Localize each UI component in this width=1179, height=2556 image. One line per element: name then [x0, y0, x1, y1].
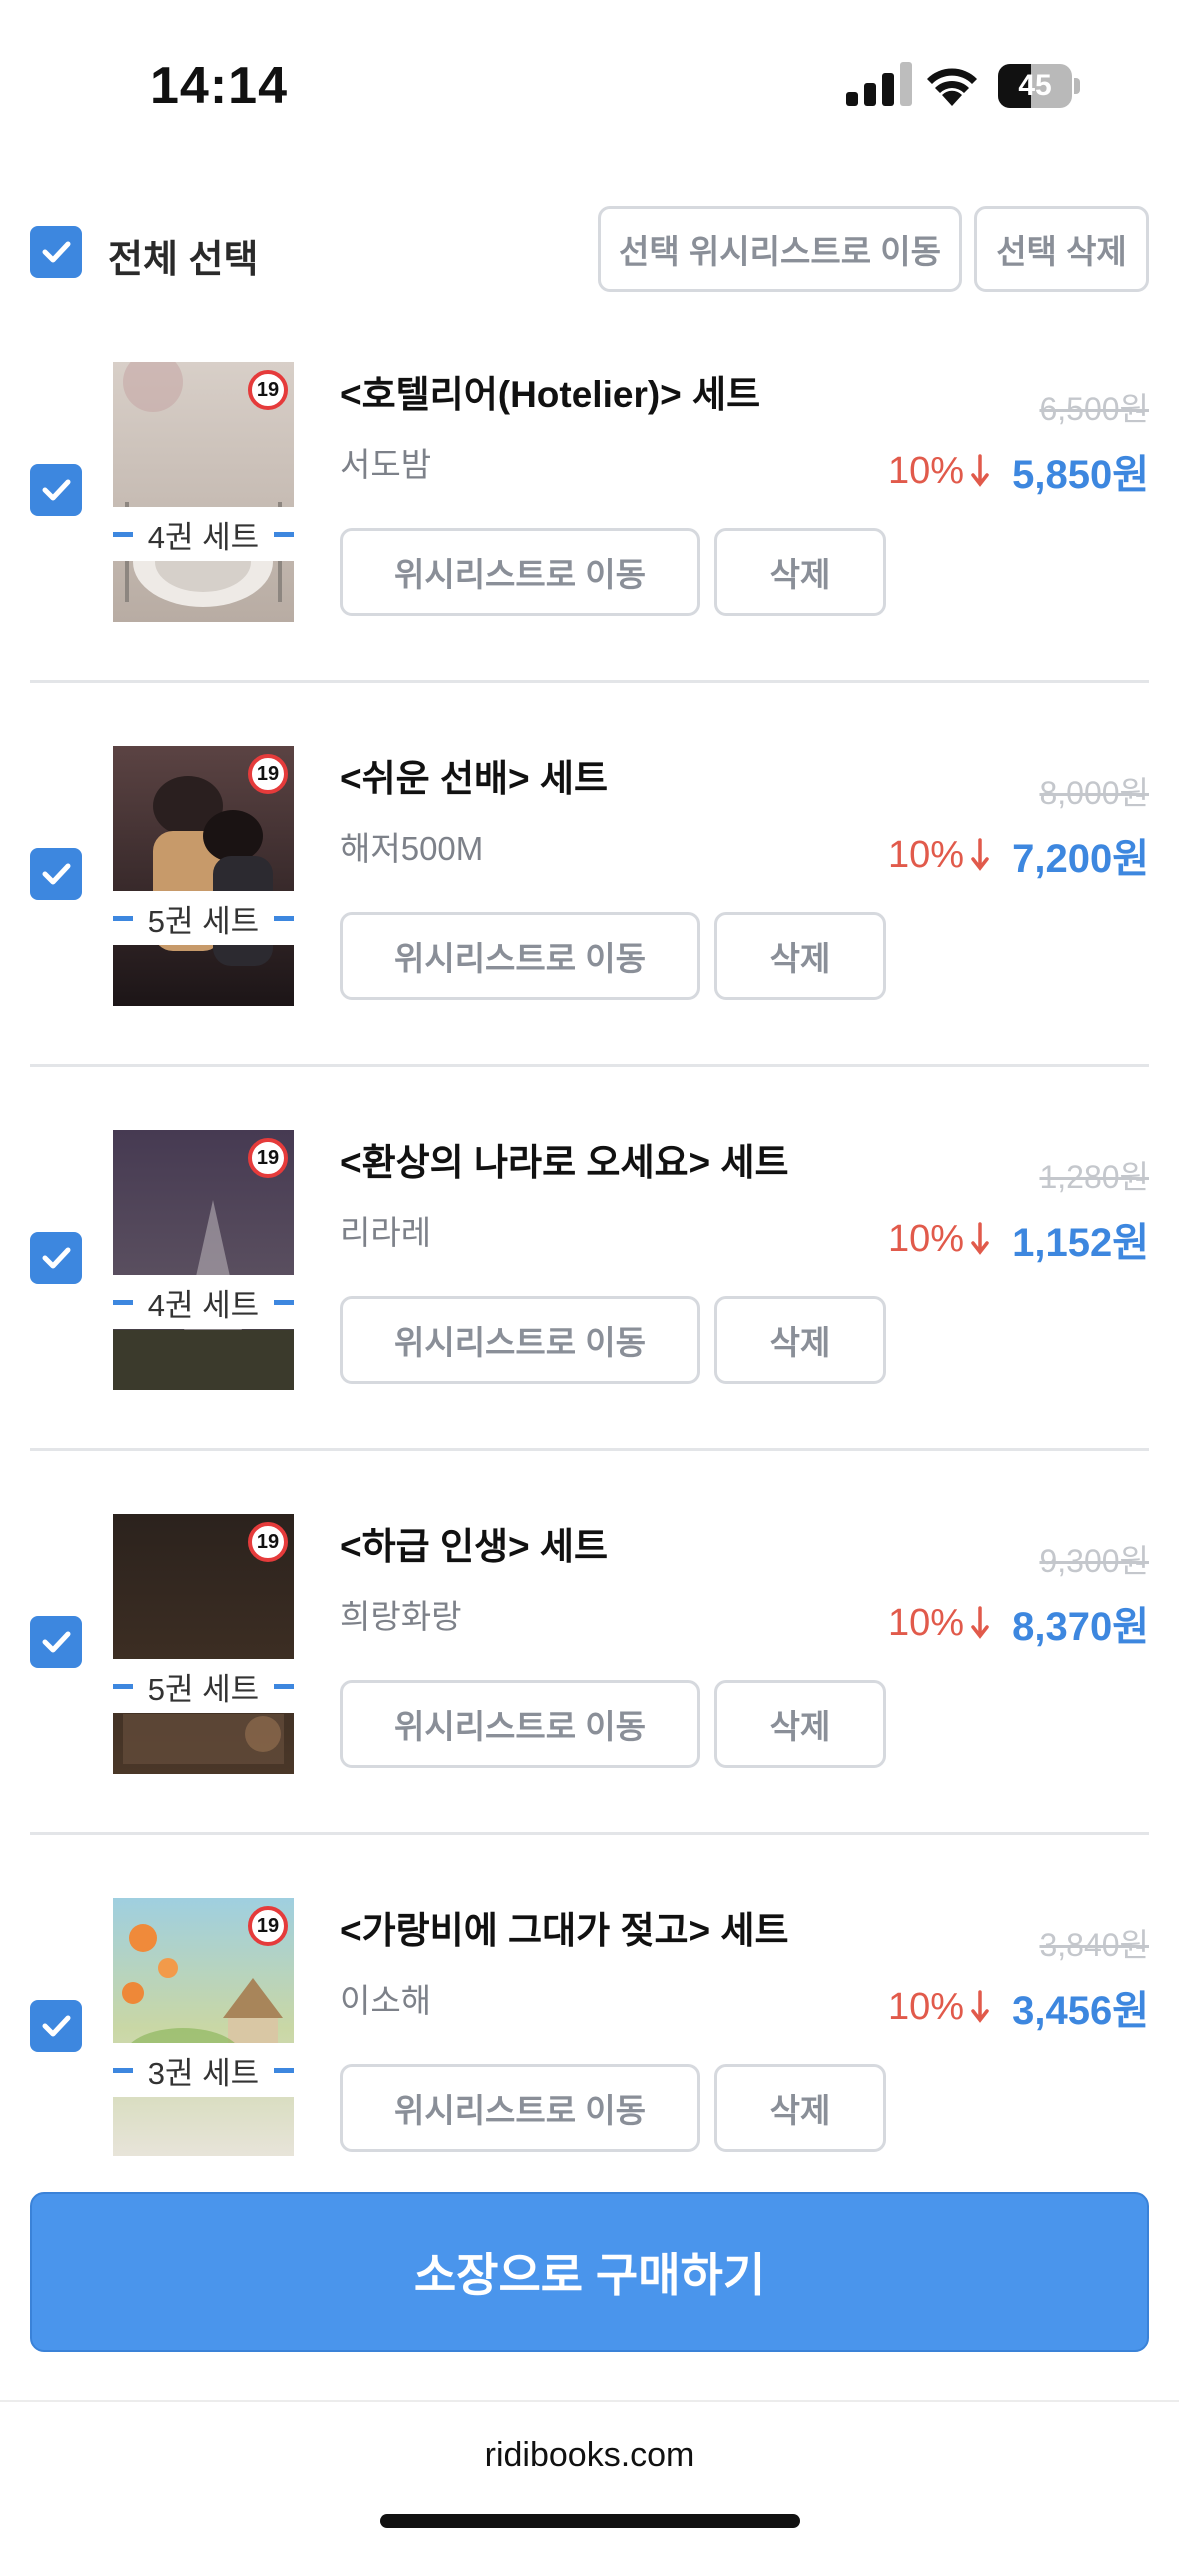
divider	[30, 1448, 1149, 1451]
delete-button[interactable]: 삭제	[714, 1296, 886, 1384]
original-price: 9,300원	[1039, 1543, 1149, 1579]
move-to-wishlist-button[interactable]: 위시리스트로 이동	[340, 1680, 700, 1768]
cart-item: 19 5권 세트 <하급 인생> 세트 희랑화랑 9,300원 10% 8,37…	[0, 1514, 1179, 1898]
status-time: 14:14	[150, 57, 288, 115]
item-author[interactable]: 서도밤	[340, 438, 431, 486]
book-cover[interactable]: 19 5권 세트	[113, 1514, 294, 1774]
checkbox-check-icon	[42, 479, 71, 501]
move-to-wishlist-button[interactable]: 위시리스트로 이동	[340, 2064, 700, 2152]
discount-rate: 10%	[888, 1602, 990, 1645]
age-restriction-badge: 19	[248, 754, 288, 794]
delete-button[interactable]: 삭제	[714, 1680, 886, 1768]
select-all-label: 전체 선택	[108, 239, 259, 281]
select-all-checkbox[interactable]	[30, 226, 82, 278]
item-author[interactable]: 리라레	[340, 1206, 431, 1254]
delete-button[interactable]: 삭제	[714, 2064, 886, 2152]
item-title[interactable]: <가랑비에 그대가 젖고> 세트	[340, 1900, 789, 1954]
item-checkbox[interactable]	[30, 2000, 82, 2052]
cart-item: 19 4권 세트 <호텔리어(Hotelier)> 세트 서도밤 6,500원 …	[0, 362, 1179, 746]
price-row: 10% 5,850원	[888, 442, 1149, 500]
status-bar: 14:14 45	[0, 0, 1179, 170]
move-to-wishlist-button[interactable]: 위시리스트로 이동	[340, 528, 700, 616]
item-title[interactable]: <환상의 나라로 오세요> 세트	[340, 1132, 789, 1186]
set-count-badge: 5권 세트	[113, 1659, 294, 1713]
final-price: 7,200원	[1012, 837, 1149, 881]
divider	[30, 1832, 1149, 1835]
price-row: 10% 8,370원	[888, 1594, 1149, 1652]
original-price: 8,000원	[1039, 775, 1149, 811]
book-cover[interactable]: 19 4권 세트	[113, 1130, 294, 1390]
wifi-icon	[927, 68, 977, 106]
discount-rate: 10%	[888, 1986, 990, 2029]
age-restriction-badge: 19	[248, 1522, 288, 1562]
age-restriction-badge: 19	[248, 1906, 288, 1946]
set-count-badge: 4권 세트	[113, 507, 294, 561]
home-indicator[interactable]	[380, 2514, 800, 2528]
move-selected-to-wishlist-button[interactable]: 선택 위시리스트로 이동	[598, 206, 962, 292]
original-price: 6,500원	[1039, 391, 1149, 427]
age-restriction-badge: 19	[248, 1138, 288, 1178]
item-title[interactable]: <호텔리어(Hotelier)> 세트	[340, 364, 760, 418]
set-count-badge: 5권 세트	[113, 891, 294, 945]
item-title[interactable]: <하급 인생> 세트	[340, 1516, 608, 1570]
checkbox-check-icon	[42, 863, 71, 885]
item-author[interactable]: 해저500M	[340, 822, 483, 870]
divider	[30, 1064, 1149, 1067]
discount-rate: 10%	[888, 450, 990, 493]
final-price: 8,370원	[1012, 1605, 1149, 1649]
item-title[interactable]: <쉬운 선배> 세트	[340, 748, 608, 802]
down-arrow-icon	[971, 1990, 989, 2023]
discount-rate: 10%	[888, 1218, 990, 1261]
move-to-wishlist-button[interactable]: 위시리스트로 이동	[340, 912, 700, 1000]
final-price: 3,456원	[1012, 1989, 1149, 2033]
down-arrow-icon	[971, 1606, 989, 1639]
checkbox-check-icon	[42, 241, 71, 263]
set-count-badge: 4권 세트	[113, 1275, 294, 1329]
book-cover[interactable]: 19 5권 세트	[113, 746, 294, 1006]
discount-rate: 10%	[888, 834, 990, 877]
browser-url[interactable]: ridibooks.com	[0, 2436, 1179, 2475]
original-price: 3,840원	[1039, 1927, 1149, 1963]
move-to-wishlist-button[interactable]: 위시리스트로 이동	[340, 1296, 700, 1384]
delete-selected-button[interactable]: 선택 삭제	[974, 206, 1149, 292]
item-checkbox[interactable]	[30, 848, 82, 900]
down-arrow-icon	[971, 454, 989, 487]
final-price: 5,850원	[1012, 453, 1149, 497]
original-price: 1,280원	[1039, 1159, 1149, 1195]
down-arrow-icon	[971, 838, 989, 871]
set-count-badge: 3권 세트	[113, 2043, 294, 2097]
age-restriction-badge: 19	[248, 370, 288, 410]
cart-item: 19 5권 세트 <쉬운 선배> 세트 해저500M 8,000원 10% 7,…	[0, 746, 1179, 1130]
book-cover[interactable]: 19 3권 세트	[113, 1898, 294, 2156]
item-author[interactable]: 희랑화랑	[340, 1590, 461, 1638]
delete-button[interactable]: 삭제	[714, 528, 886, 616]
selection-toolbar: 전체 선택 선택 위시리스트로 이동 선택 삭제	[0, 200, 1179, 300]
book-cover[interactable]: 19 4권 세트	[113, 362, 294, 622]
down-arrow-icon	[971, 1222, 989, 1255]
purchase-button[interactable]: 소장으로 구매하기	[30, 2192, 1149, 2352]
footer-divider	[0, 2400, 1179, 2402]
item-checkbox[interactable]	[30, 464, 82, 516]
checkbox-check-icon	[42, 1631, 71, 1653]
item-checkbox[interactable]	[30, 1232, 82, 1284]
delete-button[interactable]: 삭제	[714, 912, 886, 1000]
price-row: 10% 3,456원	[888, 1978, 1149, 2036]
battery-icon: 45	[998, 64, 1080, 108]
cart-item: 19 4권 세트 <환상의 나라로 오세요> 세트 리라레 1,280원 10%…	[0, 1130, 1179, 1514]
item-checkbox[interactable]	[30, 1616, 82, 1668]
price-row: 10% 1,152원	[888, 1210, 1149, 1268]
item-author[interactable]: 이소해	[340, 1974, 431, 2022]
price-row: 10% 7,200원	[888, 826, 1149, 884]
final-price: 1,152원	[1012, 1221, 1149, 1265]
divider	[30, 680, 1149, 683]
signal-icon	[846, 62, 912, 106]
checkbox-check-icon	[42, 1247, 71, 1269]
battery-percent: 45	[1018, 69, 1052, 102]
checkbox-check-icon	[42, 2015, 71, 2037]
